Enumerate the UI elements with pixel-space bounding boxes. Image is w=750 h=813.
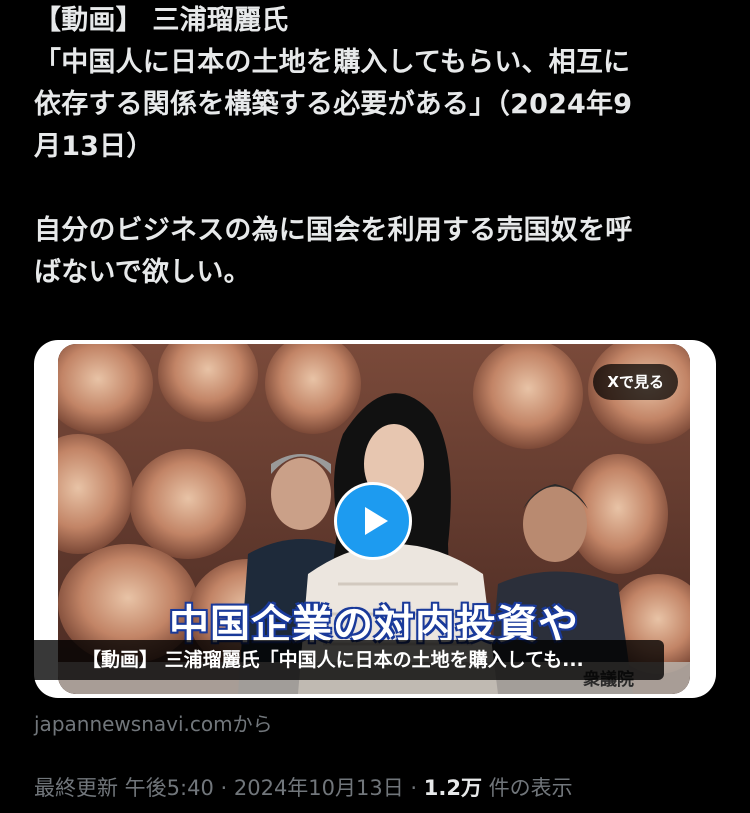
play-icon [365, 507, 388, 535]
post-text: 【動画】 三浦瑠麗氏 「中国人に日本の土地を購入してもらい、相互に 依存する関係… [34, 0, 724, 294]
post-meta: 最終更新 午後5:40 · 2024年10月13日 · 1.2万 件の表示 [34, 772, 573, 802]
post-line: 自分のビジネスの為に国会を利用する売国奴を呼 [34, 215, 633, 246]
post-line: ばないで欲しい。 [34, 257, 251, 288]
post-line: 依存する関係を構築する必要がある」（2024年9 [34, 89, 633, 120]
link-source[interactable]: japannewsnavi.comから [34, 708, 273, 737]
view-on-x-button[interactable]: Xで見る [593, 364, 678, 400]
timestamp[interactable]: 最終更新 午後5:40 · 2024年10月13日 · [34, 776, 424, 800]
post-line: 月13日） [34, 131, 154, 162]
view-count: 1.2万 [423, 776, 482, 800]
play-button[interactable] [334, 482, 412, 560]
view-label: 件の表示 [481, 776, 573, 800]
post-line: 【動画】 三浦瑠麗氏 [34, 5, 289, 36]
post-line: 「中国人に日本の土地を購入してもらい、相互に [34, 47, 631, 78]
card-caption[interactable]: 【動画】 三浦瑠麗氏「中国人に日本の土地を購入しても... [22, 640, 664, 680]
